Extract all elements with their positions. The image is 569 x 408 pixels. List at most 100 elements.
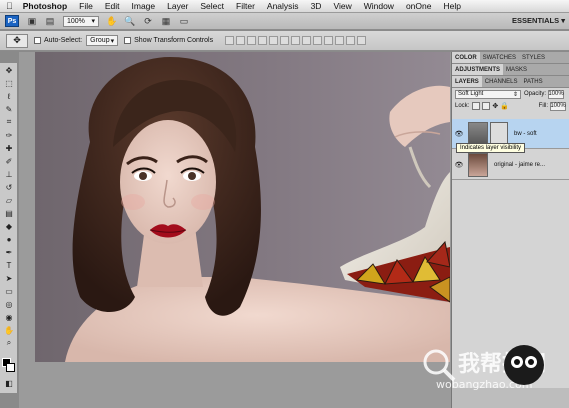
- mini-bridge-icon[interactable]: ▤: [43, 15, 57, 27]
- lock-transparent-icon[interactable]: [472, 102, 481, 110]
- layer-row[interactable]: 👁 original - jaime re...: [452, 150, 569, 180]
- 3d-rotate-tool-icon[interactable]: ◎: [1, 298, 17, 310]
- options-bar: ✥ Auto-Select: Group ▾ Show Transform Con…: [0, 31, 569, 51]
- eye-icon[interactable]: 👁: [454, 130, 464, 138]
- tab-adjustments[interactable]: ADJUSTMENTS: [452, 64, 504, 75]
- tab-masks[interactable]: MASKS: [503, 64, 530, 75]
- auto-select-checkbox[interactable]: [34, 37, 41, 44]
- lock-position-icon[interactable]: ✥: [492, 102, 498, 110]
- auto-select-dropdown[interactable]: Group ▾: [86, 35, 119, 46]
- chevron-down-icon: ▾: [91, 18, 95, 25]
- marquee-tool-icon[interactable]: ⬚: [1, 77, 17, 89]
- bridge-icon[interactable]: ▣: [25, 15, 39, 27]
- 3d-orbit-tool-icon[interactable]: ◉: [1, 311, 17, 323]
- fill-label: Fill:: [538, 103, 548, 109]
- auto-align-icon[interactable]: [357, 36, 367, 45]
- menu-view[interactable]: View: [333, 1, 351, 11]
- lock-all-icon[interactable]: 🔒: [500, 102, 509, 110]
- distribute-left-icon[interactable]: [324, 36, 334, 45]
- tab-layers[interactable]: LAYERS: [452, 76, 482, 87]
- menu-help[interactable]: Help: [443, 1, 460, 11]
- menu-select[interactable]: Select: [200, 1, 224, 11]
- tool-preset-picker[interactable]: ✥: [6, 33, 28, 48]
- color-panel-tabs: COLOR SWATCHES STYLES: [452, 52, 569, 64]
- history-brush-tool-icon[interactable]: ↺: [1, 181, 17, 193]
- menu-edit[interactable]: Edit: [105, 1, 120, 11]
- color-swatches: [0, 350, 17, 376]
- menu-image[interactable]: Image: [132, 1, 156, 11]
- blend-row: Soft Light ⇕ Opacity: 100%: [452, 88, 569, 100]
- align-hcenter-icon[interactable]: [269, 36, 279, 45]
- show-transform-checkbox[interactable]: [124, 37, 132, 44]
- tab-color[interactable]: COLOR: [452, 52, 480, 63]
- tab-paths[interactable]: PATHS: [520, 76, 545, 87]
- brush-tool-icon[interactable]: ✐: [1, 155, 17, 167]
- tab-swatches[interactable]: SWATCHES: [480, 52, 519, 63]
- distribute-hcenter-icon[interactable]: [335, 36, 345, 45]
- opacity-label: Opacity:: [524, 91, 547, 97]
- dodge-tool-icon[interactable]: ●: [1, 233, 17, 245]
- adjustment-icon: [490, 121, 508, 146]
- zoom-tool-icon[interactable]: 🔍: [123, 15, 137, 27]
- opacity-field[interactable]: 100%: [548, 89, 565, 99]
- type-tool-icon[interactable]: T: [1, 259, 17, 271]
- move-tool-icon[interactable]: ✥: [1, 64, 17, 76]
- hand-tool-icon[interactable]: ✋: [105, 15, 119, 27]
- fill-field[interactable]: 100%: [550, 101, 566, 111]
- layer-name: bw - soft: [514, 130, 537, 137]
- distribute-right-icon[interactable]: [346, 36, 356, 45]
- menu-3d[interactable]: 3D: [311, 1, 322, 11]
- document-image[interactable]: [35, 52, 450, 362]
- distribute-bottom-icon[interactable]: [313, 36, 323, 45]
- apple-menu-icon[interactable]: : [6, 1, 13, 11]
- quick-mask-icon[interactable]: ◧: [1, 377, 17, 389]
- align-top-icon[interactable]: [225, 36, 235, 45]
- menu-layer[interactable]: Layer: [167, 1, 188, 11]
- eye-icon[interactable]: 👁: [454, 161, 464, 169]
- menu-analysis[interactable]: Analysis: [267, 1, 299, 11]
- crop-tool-icon[interactable]: ⌗: [1, 116, 17, 128]
- photoshop-logo-icon: Ps: [5, 15, 19, 27]
- menu-bar:  Photoshop File Edit Image Layer Select…: [0, 0, 569, 13]
- menu-app[interactable]: Photoshop: [23, 1, 67, 11]
- screen-mode-icon[interactable]: ▭: [177, 15, 191, 27]
- zoom-tool-icon[interactable]: ⌕: [1, 337, 17, 349]
- distribute-top-icon[interactable]: [291, 36, 301, 45]
- background-color-swatch[interactable]: [6, 363, 15, 372]
- eyedropper-tool-icon[interactable]: ✑: [1, 129, 17, 141]
- align-buttons: [225, 36, 368, 45]
- blend-mode-select[interactable]: Soft Light ⇕: [455, 89, 521, 99]
- menu-file[interactable]: File: [79, 1, 93, 11]
- eraser-tool-icon[interactable]: ▱: [1, 194, 17, 206]
- hand-tool-icon[interactable]: ✋: [1, 324, 17, 336]
- tab-channels[interactable]: CHANNELS: [482, 76, 521, 87]
- gradient-tool-icon[interactable]: ▤: [1, 207, 17, 219]
- distribute-vcenter-icon[interactable]: [302, 36, 312, 45]
- workspace-switcher[interactable]: ESSENTIALS ▾: [512, 16, 565, 25]
- tab-styles[interactable]: STYLES: [519, 52, 548, 63]
- menu-window[interactable]: Window: [364, 1, 394, 11]
- clone-stamp-tool-icon[interactable]: ⊥: [1, 168, 17, 180]
- layer-thumbnail: [468, 152, 488, 177]
- tools-panel: ✥ ⬚ ℓ ✎ ⌗ ✑ ✚ ✐ ⊥ ↺ ▱ ▤ ◆ ● ✒ T ➤ ▭ ◎ ◉ …: [0, 63, 18, 393]
- align-vcenter-icon[interactable]: [236, 36, 246, 45]
- portrait-photo: [35, 52, 450, 362]
- lock-image-icon[interactable]: [482, 102, 491, 110]
- align-bottom-icon[interactable]: [247, 36, 257, 45]
- pen-tool-icon[interactable]: ✒: [1, 246, 17, 258]
- align-left-icon[interactable]: [258, 36, 268, 45]
- menu-filter[interactable]: Filter: [236, 1, 255, 11]
- auto-select-label: Auto-Select:: [44, 37, 83, 44]
- arrange-documents-icon[interactable]: ▦: [159, 15, 173, 27]
- lasso-tool-icon[interactable]: ℓ: [1, 90, 17, 102]
- zoom-level-select[interactable]: 100% ▾: [63, 15, 99, 27]
- menu-onone[interactable]: onOne: [406, 1, 432, 11]
- layers-panel-tabs: LAYERS CHANNELS PATHS: [452, 76, 569, 88]
- quick-select-tool-icon[interactable]: ✎: [1, 103, 17, 115]
- align-right-icon[interactable]: [280, 36, 290, 45]
- blur-tool-icon[interactable]: ◆: [1, 220, 17, 232]
- shape-tool-icon[interactable]: ▭: [1, 285, 17, 297]
- rotate-view-icon[interactable]: ⟳: [141, 15, 155, 27]
- path-selection-tool-icon[interactable]: ➤: [1, 272, 17, 284]
- healing-brush-tool-icon[interactable]: ✚: [1, 142, 17, 154]
